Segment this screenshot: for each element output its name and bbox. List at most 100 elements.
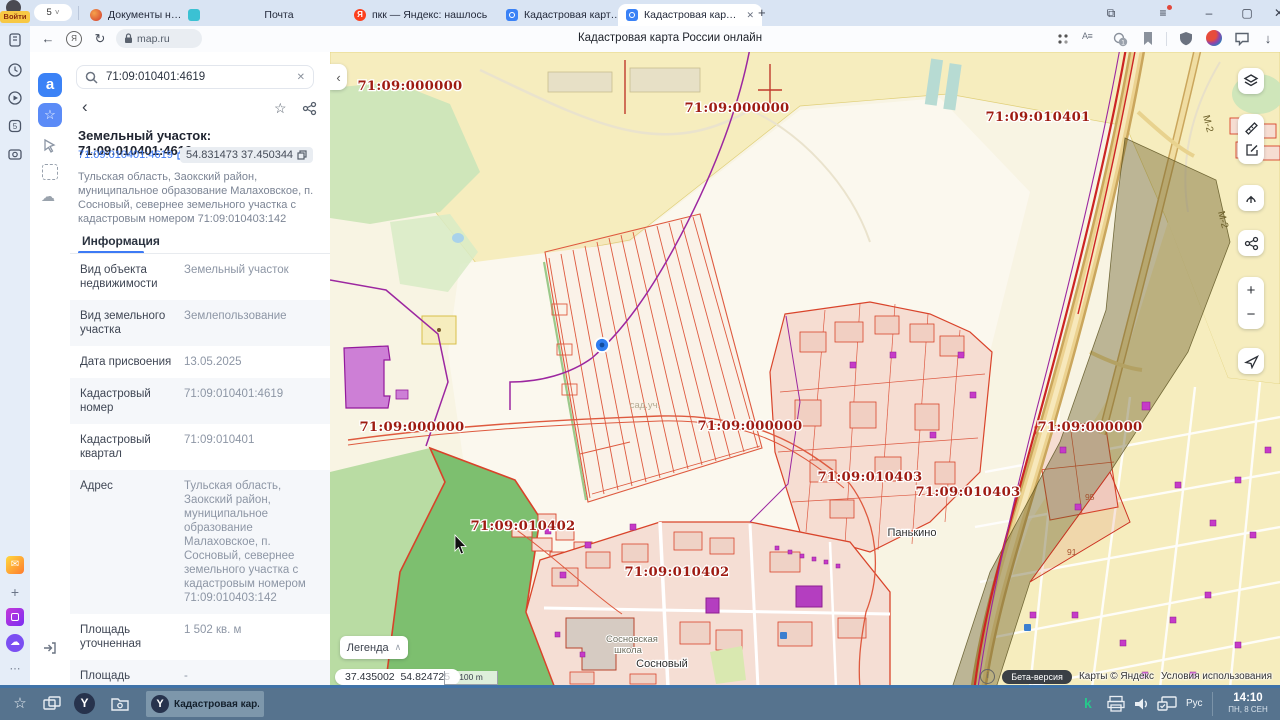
video-icon[interactable]: [6, 90, 24, 108]
parcel-number: 95: [1085, 492, 1095, 502]
volume-tray-icon[interactable]: [1132, 694, 1152, 714]
add-service-icon[interactable]: +: [6, 583, 24, 601]
translate-icon[interactable]: A≡: [1082, 31, 1093, 41]
area-select-icon[interactable]: [42, 164, 58, 180]
favorites-active-button[interactable]: ☆: [38, 103, 62, 127]
table-row: Кадастровый номер 71:09:010401:4619: [70, 378, 330, 424]
yandex-home-icon[interactable]: Я: [66, 31, 82, 47]
close-tab-icon[interactable]: ✕: [746, 10, 754, 21]
place-label-sosnovy: Сосновый: [636, 658, 688, 670]
start-star-icon[interactable]: ☆: [10, 694, 30, 714]
back-icon[interactable]: ←: [38, 29, 58, 49]
locate-button[interactable]: [1238, 348, 1264, 374]
lock-icon: [125, 33, 132, 43]
cloud-layers-icon[interactable]: ☁: [41, 188, 55, 205]
password-badge: 1: [1121, 40, 1125, 47]
place-label-garden: сад.уч.: [630, 400, 661, 411]
new-tab-button[interactable]: +: [758, 5, 766, 20]
share-map-button[interactable]: [1238, 230, 1264, 256]
panel-back-button[interactable]: ‹: [82, 98, 88, 116]
tab-count-icon[interactable]: 5: [6, 118, 24, 136]
map-canvas[interactable]: Панькино Сосновый Сосновская школа сад.у…: [330, 52, 1280, 685]
page-title: Кадастровая карта России онлайн: [577, 32, 763, 44]
side-panel-icon[interactable]: ⧉: [1100, 3, 1122, 23]
upload-button[interactable]: [1238, 185, 1264, 211]
yandex-icon: Y: [151, 695, 169, 713]
extensions-icon[interactable]: [1056, 32, 1070, 51]
ruler-icon[interactable]: [1244, 121, 1259, 136]
yandex-mail-icon[interactable]: ✉: [6, 556, 24, 574]
chat-icon[interactable]: [1234, 31, 1250, 51]
passwords-icon[interactable]: 1: [1112, 31, 1128, 52]
printer-tray-icon[interactable]: [1106, 694, 1126, 714]
minimize-button[interactable]: –: [1198, 3, 1220, 23]
more-icon[interactable]: ⋯: [6, 660, 24, 678]
close-button[interactable]: ✕: [1268, 3, 1280, 23]
cadastral-number-chip[interactable]: 71:09:010401:4619: [78, 149, 187, 161]
alice-assistant-icon[interactable]: [1206, 30, 1222, 46]
browser-tabbar: Войти 5 ˅ Документы на исполнен Почта Я …: [0, 0, 1280, 26]
tab-mail[interactable]: Почта: [180, 4, 360, 26]
coordinates-chip[interactable]: 54.831473 37.450344: [180, 147, 314, 163]
language-indicator[interactable]: Рус: [1186, 698, 1203, 709]
cadastral-label: 71:09:010402: [624, 565, 729, 580]
tab-cadastral-2-active[interactable]: Кадастровая карта Ро ✕: [618, 4, 762, 26]
search-input[interactable]: [104, 70, 291, 84]
zoom-out-button[interactable]: −: [1247, 303, 1256, 327]
collapse-panel-button[interactable]: ‹: [330, 64, 347, 90]
site-logo[interactable]: a: [38, 73, 62, 97]
browser-sidebar: 5 ✉ + ☁ ⋯: [0, 26, 30, 685]
edit-icon[interactable]: [1244, 142, 1259, 157]
tab-cadastral-1[interactable]: Кадастровая карта Росс: [498, 4, 632, 26]
copy-icon[interactable]: [297, 150, 307, 160]
tab-documents[interactable]: Документы на исполнен: [82, 4, 194, 26]
tab-counter[interactable]: 5: [47, 7, 52, 18]
zoom-in-button[interactable]: +: [1247, 279, 1256, 303]
window-switcher-icon[interactable]: [42, 694, 62, 714]
layers-button[interactable]: [1238, 68, 1264, 94]
tab-information[interactable]: Информация: [82, 234, 160, 248]
divider: [78, 6, 79, 20]
telemost-icon[interactable]: [6, 608, 24, 626]
selected-parcel-marker[interactable]: [594, 337, 610, 353]
downloads-icon[interactable]: ↓: [1258, 29, 1278, 49]
display-tray-icon[interactable]: [1156, 694, 1177, 714]
mail-favicon: [188, 9, 200, 21]
exit-icon[interactable]: [42, 640, 58, 661]
cadastral-label: 71:09:010403: [915, 485, 1020, 500]
clock[interactable]: 14:10 ПН, 8 СЕН: [1222, 691, 1274, 715]
tab-pkk[interactable]: Я пкк — Яндекс: нашлось: [346, 4, 512, 26]
clear-search-icon[interactable]: ✕: [297, 72, 305, 83]
yandex-disk-icon[interactable]: ☁: [6, 634, 24, 652]
terms-link[interactable]: Условия использования: [1161, 671, 1272, 682]
parcel-info-panel: ✕ ‹ ☆ Земельный участок: 71:09:010401:46…: [70, 52, 331, 685]
maximize-button[interactable]: ▢: [1236, 3, 1258, 23]
address-bar[interactable]: map.ru: [116, 29, 202, 48]
share-button[interactable]: [302, 101, 317, 121]
screenshot-icon[interactable]: [6, 146, 24, 164]
beta-badge[interactable]: Бета-версия: [1002, 669, 1072, 684]
chevron-down-icon[interactable]: ˅: [55, 8, 60, 17]
map-area[interactable]: Панькино Сосновый Сосновская школа сад.у…: [330, 52, 1280, 685]
search-box[interactable]: ✕: [76, 65, 314, 89]
login-badge[interactable]: Войти: [0, 11, 30, 23]
cadastral-label: 71:09:000000: [359, 420, 464, 435]
notifications-icon[interactable]: ≡: [1152, 3, 1174, 23]
cadastral-label: 71:09:000000: [357, 79, 462, 94]
pointer-tool-icon[interactable]: [42, 138, 58, 159]
history-icon[interactable]: [6, 62, 24, 80]
yandex-favicon: Я: [354, 9, 366, 21]
active-window-task[interactable]: Y Кадастровая кар...: [146, 691, 264, 717]
refresh-icon[interactable]: ↻: [90, 29, 110, 49]
bookmark-flag-icon[interactable]: [1142, 31, 1154, 51]
legend-button[interactable]: Легенда ∧: [340, 636, 408, 659]
yandex-browser-taskbar-icon[interactable]: Y: [74, 693, 95, 714]
protect-shield-icon[interactable]: [1178, 31, 1194, 51]
file-manager-icon[interactable]: [110, 694, 130, 714]
favorite-star-button[interactable]: ☆: [274, 100, 287, 117]
table-row: Вид объекта недвижимости Земельный участо…: [80, 264, 289, 290]
info-icon[interactable]: i: [980, 669, 996, 684]
tabs-panel-icon[interactable]: [6, 32, 24, 50]
browser-toolbar: ← Я ↻ map.ru Кадастровая карта России он…: [30, 26, 1280, 53]
antivirus-tray-icon[interactable]: k: [1084, 695, 1092, 711]
